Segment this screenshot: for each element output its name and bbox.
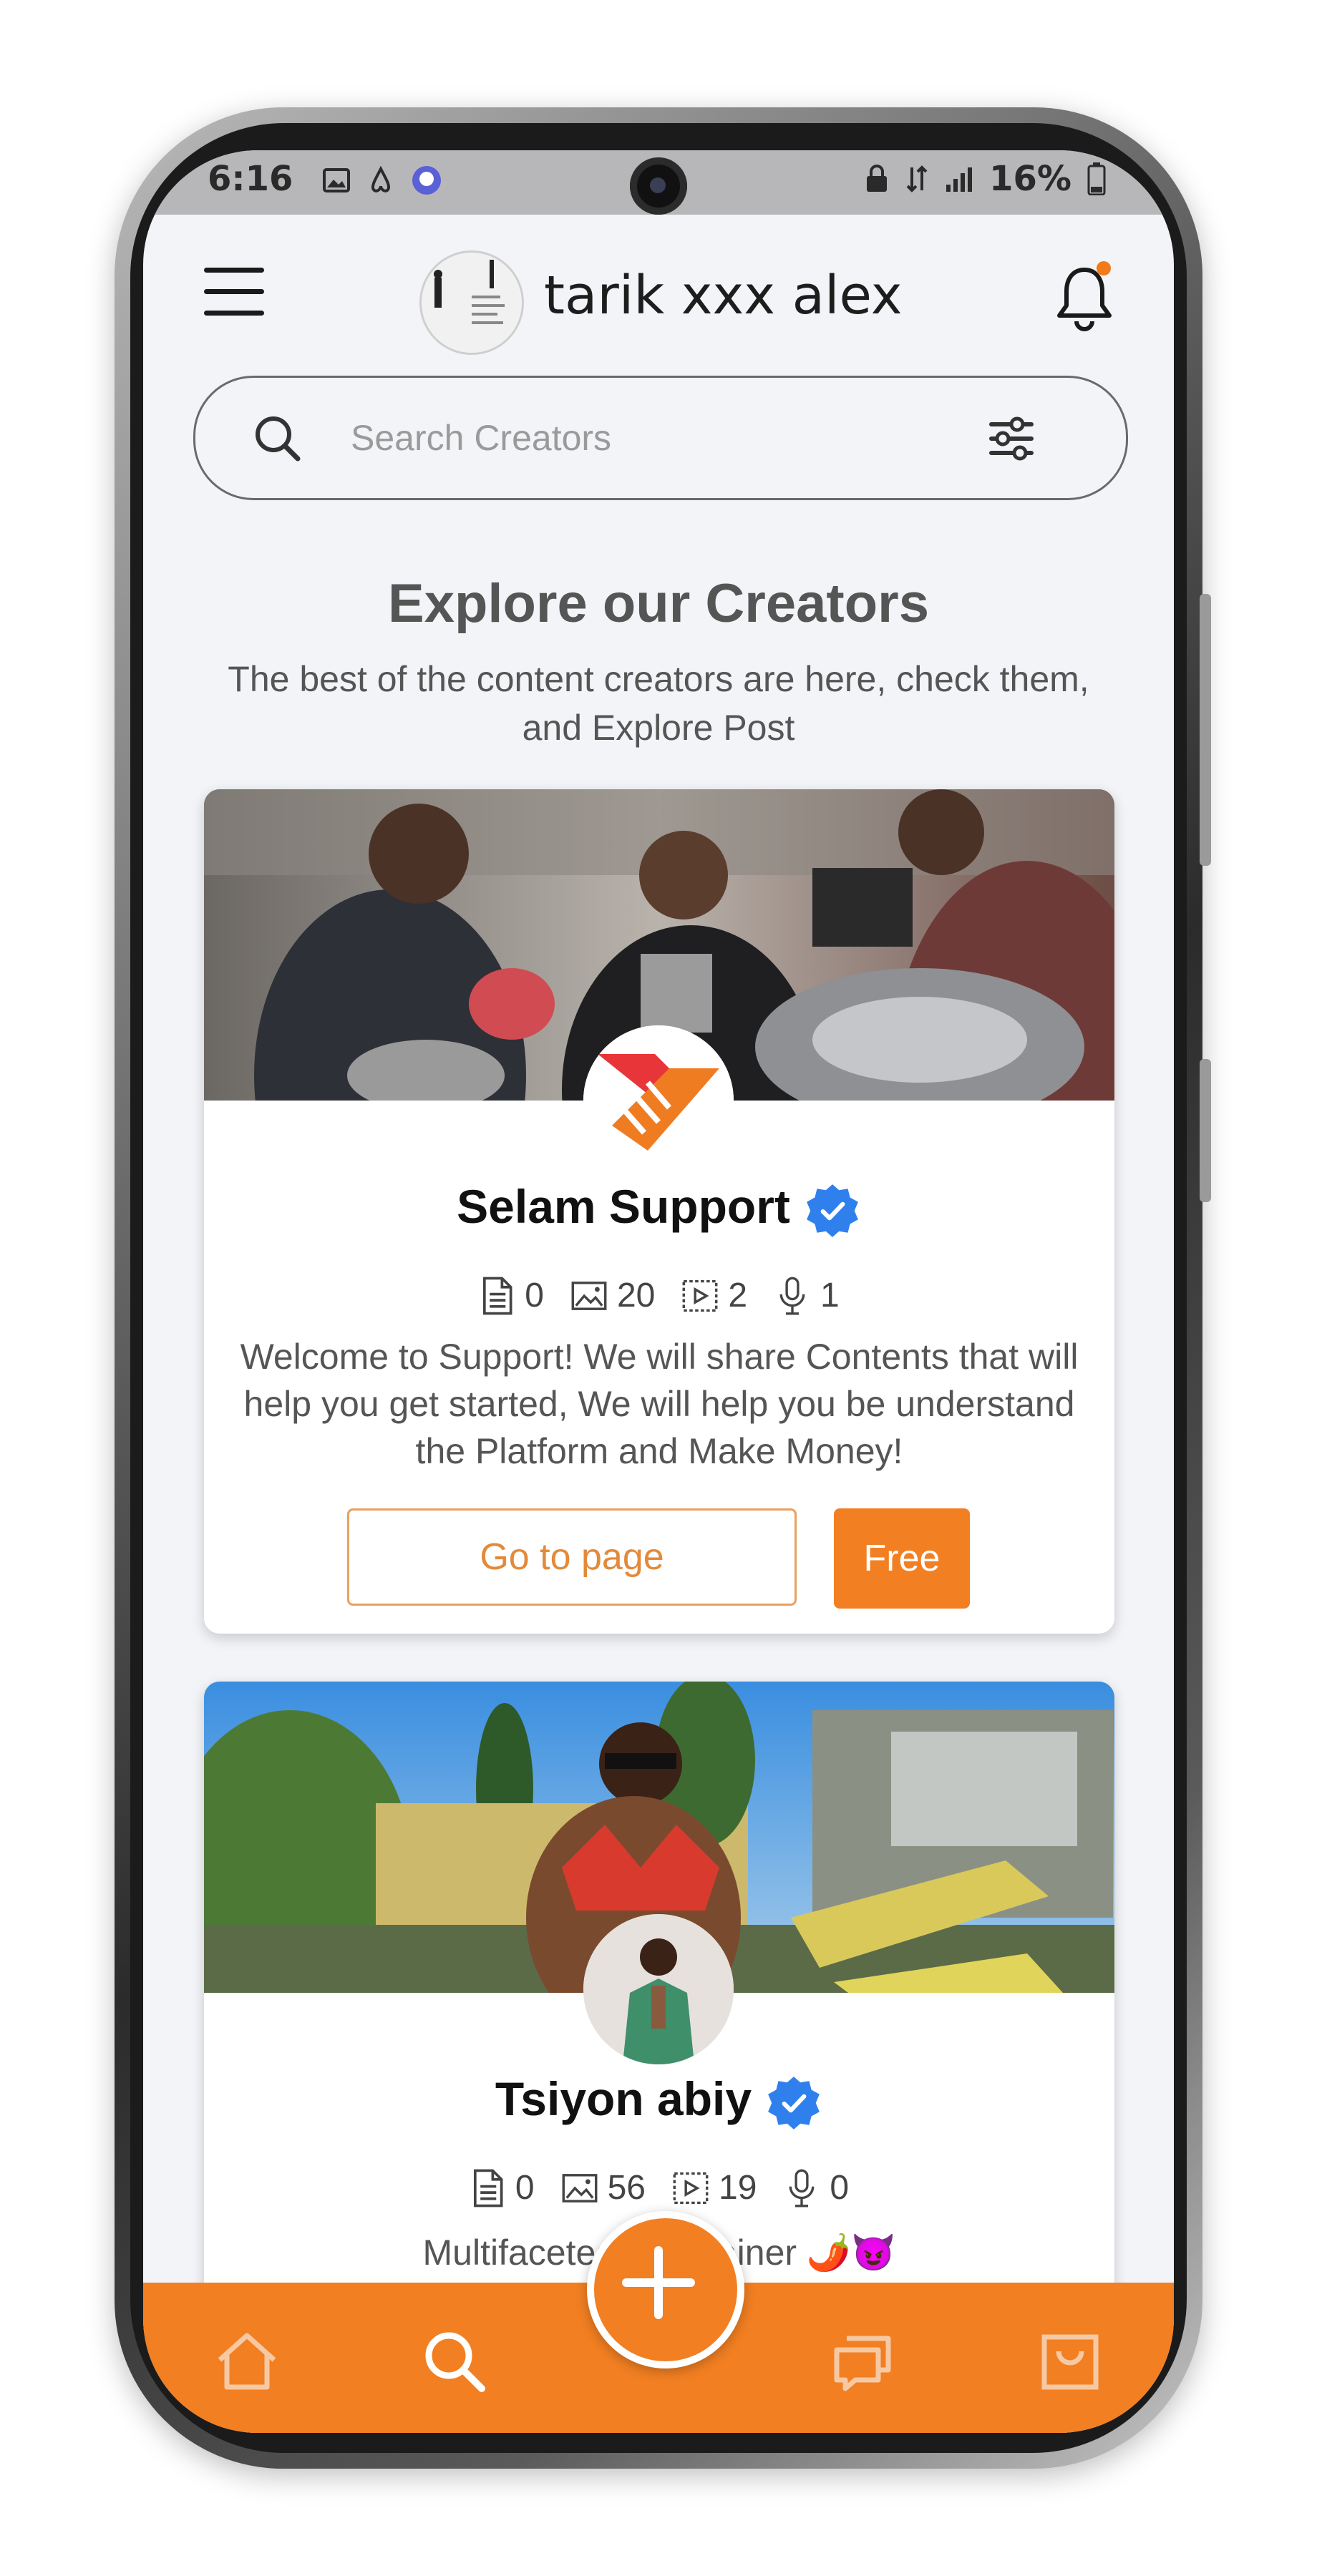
search-icon: [256, 416, 301, 462]
home-icon[interactable]: [211, 2326, 283, 2397]
data-icon: [906, 165, 928, 192]
document-icon: [483, 1277, 512, 1314]
video-icon: [673, 2172, 709, 2204]
creator-stats: 0 56 19 0: [204, 2168, 1114, 2207]
image-icon: [562, 2173, 598, 2202]
creator-stats: 0 20 2 1: [204, 1276, 1114, 1315]
creator-name-row: Tsiyon abiy: [204, 2072, 1114, 2132]
handshake-icon: [583, 1025, 734, 1176]
bell-icon[interactable]: [1052, 261, 1117, 333]
status-time: 6:16: [208, 159, 293, 199]
creator-name[interactable]: Selam Support: [457, 1180, 790, 1233]
images-count: 20: [571, 1276, 655, 1315]
creator-avatar: [583, 1914, 734, 2064]
microphone-icon: [779, 1277, 805, 1314]
go-to-page-button[interactable]: Go to page: [347, 1508, 797, 1606]
battery-percent: 16%: [989, 159, 1071, 199]
videos-count: 2: [682, 1276, 747, 1315]
image-icon: [323, 168, 350, 192]
creator-name[interactable]: Tsiyon abiy: [495, 2072, 752, 2125]
add-button[interactable]: [587, 2211, 744, 2368]
app-header: tarik xxx alex: [143, 218, 1174, 369]
notification-icons: [322, 165, 442, 196]
battery-icon: [1087, 162, 1106, 195]
search-input[interactable]: [349, 412, 910, 464]
verified-badge-icon: [807, 1184, 858, 1237]
free-button[interactable]: Free: [834, 1508, 970, 1609]
chat-icon[interactable]: [827, 2326, 898, 2397]
filter-icon[interactable]: [983, 410, 1040, 467]
creator-name-row: Selam Support: [204, 1179, 1114, 1240]
microphone-icon: [789, 2169, 815, 2207]
section-subtitle: The best of the content creators are her…: [228, 659, 1089, 748]
videos-count: 19: [673, 2168, 757, 2207]
app-screen: 6:16 16% tarik xxx alex Search Creators …: [143, 150, 1174, 2433]
power-button: [1200, 594, 1211, 866]
images-count: 56: [562, 2168, 646, 2207]
airbnb-icon: [371, 166, 390, 192]
system-indicators: 16%: [865, 159, 1106, 199]
search-bar: [193, 376, 1128, 500]
lock-icon: [867, 165, 888, 192]
document-icon: [473, 2169, 503, 2207]
creator-avatar: [583, 1025, 734, 1176]
section-title: Explore our Creators: [388, 573, 929, 634]
status-bar: 6:16 16%: [143, 150, 1174, 215]
posts-count: 0: [470, 2168, 535, 2207]
notification-dot: [1097, 261, 1111, 275]
verified-badge-icon: [768, 2076, 820, 2129]
app-icon: [412, 166, 441, 195]
add-icon: [622, 2246, 695, 2319]
menu-icon[interactable]: [204, 265, 264, 318]
user-avatar[interactable]: [419, 250, 524, 355]
video-icon: [682, 1279, 718, 1312]
search-icon[interactable]: [419, 2326, 490, 2397]
audio-count: 1: [774, 1276, 840, 1315]
bag-icon[interactable]: [1034, 2326, 1106, 2397]
user-name: tarik xxx alex: [544, 265, 903, 326]
creator-description: Welcome to Support! We will share Conten…: [240, 1337, 1079, 1471]
front-camera: [630, 157, 687, 215]
audio-count: 0: [784, 2168, 849, 2207]
volume-button: [1200, 1059, 1211, 1202]
posts-count: 0: [479, 1276, 544, 1315]
creator-card: Selam Support 0 20 2 1 Welcome to Suppor…: [204, 789, 1114, 1634]
signal-icon: [946, 167, 973, 192]
image-icon: [571, 1281, 607, 1310]
